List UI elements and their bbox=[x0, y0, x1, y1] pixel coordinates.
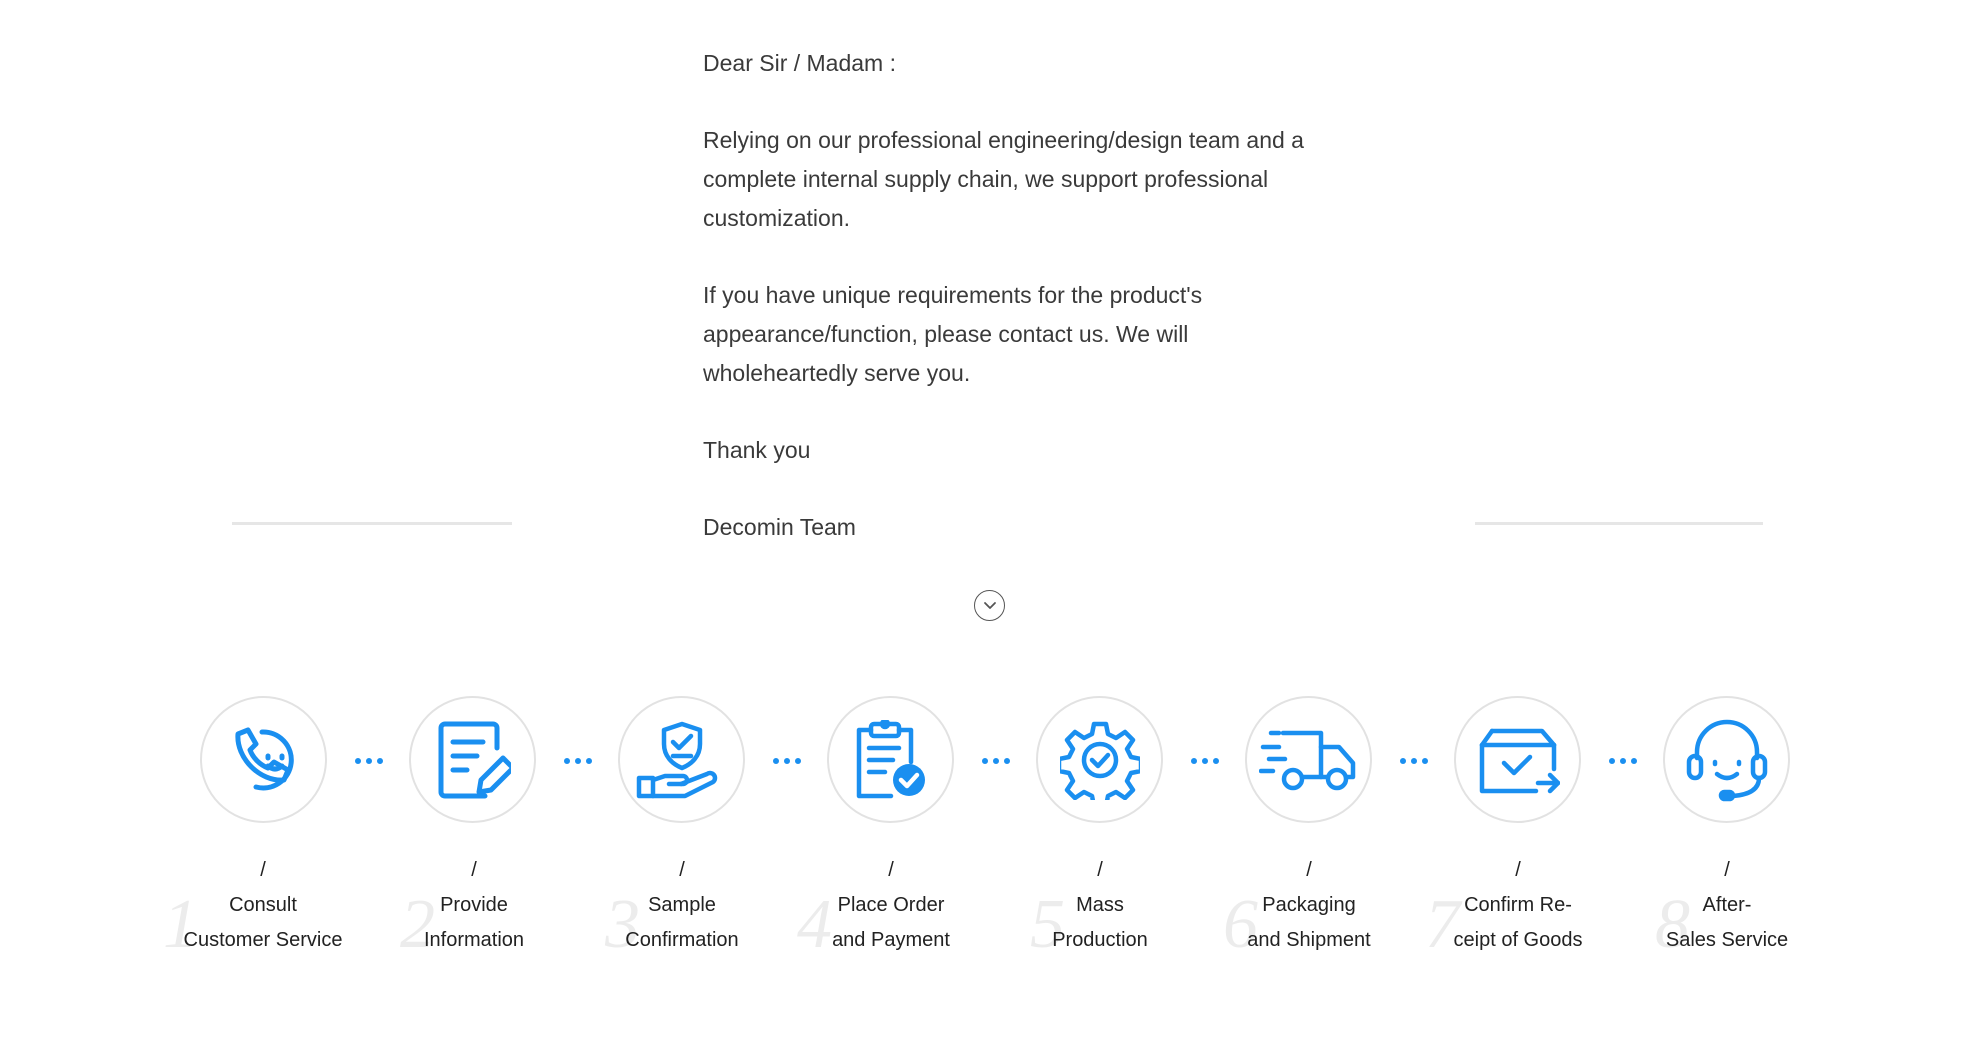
step-connector bbox=[1609, 758, 1637, 764]
step-label: / Consult Customer Service bbox=[183, 859, 343, 951]
headset-icon bbox=[1686, 719, 1767, 801]
box-check-icon bbox=[1479, 728, 1560, 793]
process-steps: 1 / Consult Customer Service 2 / Provide… bbox=[0, 0, 1980, 1040]
step-icon-circle bbox=[1036, 696, 1163, 823]
step-label: / Provide Information bbox=[423, 859, 525, 951]
step-icon-circle bbox=[1663, 696, 1790, 823]
step-icon-circle bbox=[1245, 696, 1372, 823]
step-connector bbox=[564, 758, 592, 764]
truck-icon bbox=[1258, 730, 1355, 790]
step-connector bbox=[982, 758, 1010, 764]
step-connector bbox=[1191, 758, 1219, 764]
step-label: / Mass Production bbox=[1052, 859, 1148, 951]
step-label: / Sample Confirmation bbox=[625, 859, 739, 951]
step-label: / Packaging and Shipment bbox=[1247, 859, 1371, 951]
step-icon-circle bbox=[200, 696, 327, 823]
step-label: / Confirm Re- ceipt of Goods bbox=[1453, 859, 1583, 951]
document-edit-icon bbox=[438, 721, 511, 798]
phone-chat-icon bbox=[234, 727, 294, 790]
step-connector bbox=[1400, 758, 1428, 764]
hand-shield-icon bbox=[636, 721, 717, 798]
step-icon-circle bbox=[618, 696, 745, 823]
gear-check-icon bbox=[1059, 721, 1140, 800]
step-connector bbox=[773, 758, 801, 764]
step-icon-circle bbox=[1454, 696, 1581, 823]
step-icon-circle bbox=[409, 696, 536, 823]
step-label: / Place Order and Payment bbox=[832, 859, 950, 951]
step-icon-circle bbox=[827, 696, 954, 823]
clipboard-check-icon bbox=[856, 719, 925, 798]
step-label: / After- Sales Service bbox=[1665, 859, 1789, 951]
step-connector bbox=[355, 758, 383, 764]
